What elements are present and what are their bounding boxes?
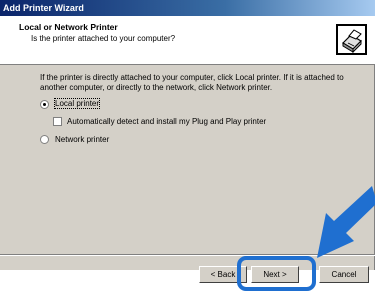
wizard-window: Add Printer Wizard Local or Network Prin…	[0, 0, 375, 270]
intro-text: If the printer is directly attached to y…	[40, 73, 370, 93]
auto-detect-checkbox[interactable]	[53, 117, 62, 126]
footer-separator	[0, 254, 375, 256]
auto-detect-label[interactable]: Automatically detect and install my Plug…	[67, 117, 266, 126]
next-button[interactable]: Next >	[251, 266, 299, 283]
printer-icon	[336, 24, 367, 55]
wizard-header: Local or Network Printer Is the printer …	[0, 16, 375, 65]
network-printer-label[interactable]: Network printer	[55, 135, 109, 144]
local-printer-label[interactable]: Local printer	[53, 98, 101, 109]
header-subtitle: Is the printer attached to your computer…	[31, 34, 176, 43]
intro-line-1: If the printer is directly attached to y…	[40, 73, 344, 82]
network-printer-radio[interactable]	[40, 135, 49, 144]
intro-line-2: another computer, or directly to the net…	[40, 83, 273, 92]
back-button[interactable]: < Back	[199, 266, 247, 283]
title-bar: Add Printer Wizard	[0, 0, 375, 16]
local-printer-radio[interactable]	[40, 100, 49, 109]
header-title: Local or Network Printer	[19, 22, 118, 32]
cancel-button[interactable]: Cancel	[319, 266, 369, 283]
